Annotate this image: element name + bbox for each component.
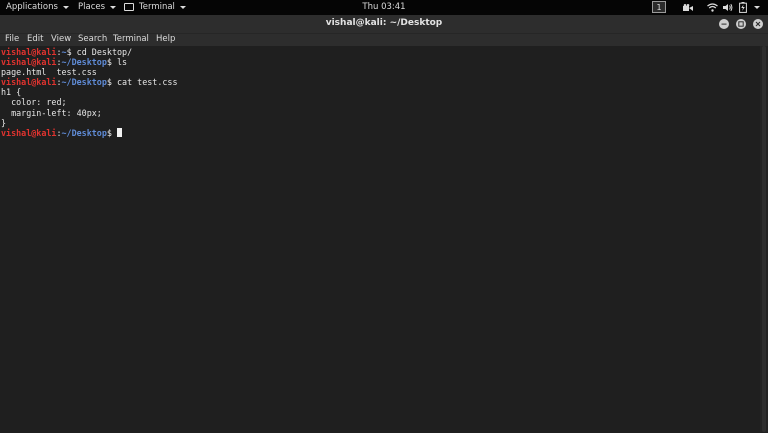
prompt-symbol: $: [106, 56, 117, 67]
menubar: File Edit View Search Terminal Help: [0, 34, 768, 46]
window-titlebar[interactable]: vishal@kali: ~/Desktop: [0, 15, 768, 34]
prompt-user: vishal@kali: [1, 128, 57, 138]
menu-view[interactable]: View: [51, 34, 71, 44]
prompt-symbol: $: [66, 46, 77, 57]
prompt-symbol: $: [106, 128, 117, 138]
minimize-button[interactable]: [719, 19, 729, 29]
terminal-line: vishal@kali:~$ cd Desktop/: [0, 47, 760, 57]
menu-terminal[interactable]: Terminal: [113, 34, 149, 44]
text-cursor: [117, 128, 122, 137]
close-button[interactable]: [753, 19, 763, 29]
command-text: cd Desktop/: [76, 46, 133, 57]
output-line: h1 {: [1, 87, 22, 98]
wifi-icon[interactable]: [706, 1, 718, 14]
output-line: page.html test.css: [1, 66, 97, 77]
prompt-user: vishal@kali: [1, 46, 57, 57]
volume-icon[interactable]: [722, 1, 734, 14]
power-menu-icon[interactable]: [752, 1, 762, 14]
prompt-path: ~/Desktop: [61, 56, 107, 67]
command-text: ls: [117, 56, 128, 67]
output-line: }: [1, 117, 7, 128]
maximize-button[interactable]: [736, 19, 746, 29]
menu-help[interactable]: Help: [156, 34, 175, 44]
menu-edit[interactable]: Edit: [27, 34, 43, 44]
terminal-output[interactable]: vishal@kali:~$ cd Desktop/ vishal@kali:~…: [0, 46, 760, 433]
menu-file[interactable]: File: [5, 34, 19, 44]
scrollbar[interactable]: [760, 46, 768, 432]
command-text: cat test.css: [117, 77, 178, 88]
terminal-line: vishal@kali:~/Desktop$ ls: [0, 57, 760, 67]
menu-search[interactable]: Search: [78, 34, 107, 44]
terminal-line: vishal@kali:~/Desktop$ cat test.css: [0, 77, 760, 87]
output-line: color: red;: [1, 97, 67, 108]
battery-icon[interactable]: [737, 1, 749, 14]
top-panel: Applications Places Terminal Thu 03:41 1: [0, 0, 768, 15]
workspace-indicator[interactable]: 1: [652, 1, 666, 13]
window-title: vishal@kali: ~/Desktop: [325, 18, 443, 28]
prompt-path: ~/Desktop: [61, 77, 107, 88]
prompt-user: vishal@kali: [1, 77, 57, 88]
terminal-line: vishal@kali:~/Desktop$: [0, 128, 760, 138]
prompt-path: ~/Desktop: [61, 128, 107, 138]
scrollbar-thumb[interactable]: [762, 46, 766, 432]
output-line: margin-left: 40px;: [1, 107, 102, 118]
prompt-symbol: $: [106, 77, 117, 88]
prompt-user: vishal@kali: [1, 56, 57, 67]
screen-recorder-icon[interactable]: [682, 1, 694, 14]
